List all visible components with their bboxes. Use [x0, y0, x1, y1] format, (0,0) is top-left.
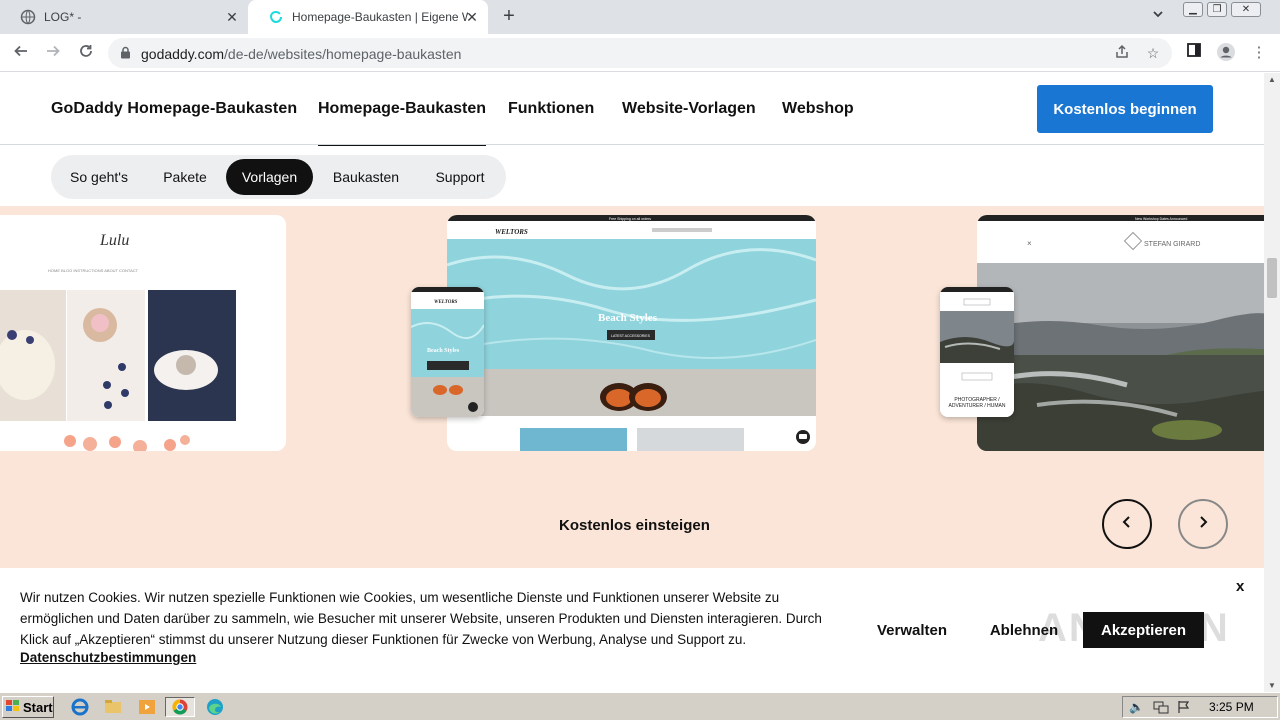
lock-icon — [120, 46, 131, 64]
mobile-preview-beach: WELTORS Beach Styles — [411, 287, 484, 417]
svg-text:×: × — [1027, 239, 1032, 248]
brand-logo[interactable]: GoDaddy Homepage-Baukasten — [51, 100, 297, 118]
subnav-baukasten[interactable]: Baukasten — [317, 159, 415, 195]
chrome-taskbar-icon[interactable] — [165, 697, 195, 717]
start-free-label[interactable]: Kostenlos einsteigen — [559, 517, 710, 534]
globe-icon — [20, 9, 36, 25]
network-icon[interactable] — [1153, 700, 1169, 719]
new-tab-icon[interactable]: + — [498, 6, 520, 28]
url-text: godaddy.com/de-de/websites/homepage-bauk… — [141, 46, 461, 62]
internet-explorer-icon[interactable] — [70, 697, 90, 717]
template-mobile-beach: WELTORS Beach Styles — [411, 287, 484, 417]
browser-tab-godaddy[interactable]: Homepage-Baukasten | Eigene Website erst… — [248, 0, 488, 34]
mobile-preview-photographer: PHOTOGRAPHER / ADVENTURER / HUMAN — [940, 287, 1014, 417]
site-header: GoDaddy Homepage-Baukasten Homepage-Bauk… — [0, 73, 1264, 147]
media-player-icon[interactable] — [137, 697, 157, 717]
template-card-lulu[interactable]: Lulu HOME BLOG INSTRUCTIONS ABOUT CONTAC… — [0, 215, 286, 451]
web-page: GoDaddy Homepage-Baukasten Homepage-Bauk… — [0, 73, 1264, 692]
nav-funktionen[interactable]: Funktionen — [508, 100, 594, 118]
scrollbar-thumb[interactable] — [1267, 258, 1277, 298]
template-card-photographer[interactable]: New Workshop Dates Announced × STEFAN GI… — [977, 215, 1264, 451]
profile-avatar-icon[interactable] — [1215, 42, 1237, 64]
close-cookie-banner-icon[interactable]: x — [1236, 578, 1244, 595]
sub-navigation: So geht's Pakete Vorlagen Baukasten Supp… — [0, 146, 1264, 206]
url-host: godaddy.com — [141, 46, 225, 62]
start-button[interactable]: Start — [2, 696, 54, 718]
template-preview-beach: Free Shipping on all orders WELTORS Beac… — [447, 215, 816, 451]
subnav-support[interactable]: Support — [420, 159, 500, 195]
flag-icon[interactable] — [1177, 700, 1191, 719]
system-tray: 🔈 3:25 PM — [1122, 696, 1278, 718]
edge-icon[interactable] — [205, 697, 225, 717]
menu-kebab-icon[interactable]: ⋮ — [1248, 42, 1270, 64]
mobile-photo-tagline: PHOTOGRAPHER / ADVENTURER / HUMAN — [948, 397, 1006, 409]
beach-cta: LATEST ACCESSORIES — [611, 334, 651, 338]
accept-cookies-button[interactable]: Akzeptieren — [1083, 612, 1204, 648]
close-window-icon[interactable]: ✕ — [1231, 2, 1261, 17]
beach-headline: Beach Styles — [598, 312, 658, 324]
tab-title: Homepage-Baukasten | Eigene Website erst… — [292, 10, 468, 24]
cookie-text: Wir nutzen Cookies. Wir nutzen spezielle… — [20, 590, 822, 647]
share-icon[interactable] — [1113, 44, 1131, 62]
mobile-beach-headline: Beach Styles — [427, 348, 460, 354]
template-mobile-photographer: PHOTOGRAPHER / ADVENTURER / HUMAN — [940, 287, 1014, 417]
reload-icon[interactable] — [75, 42, 97, 64]
subnav-pillbar: So geht's Pakete Vorlagen Baukasten Supp… — [51, 155, 506, 199]
address-bar[interactable]: godaddy.com/de-de/websites/homepage-bauk… — [108, 38, 1172, 68]
nav-website-vorlagen[interactable]: Website-Vorlagen — [622, 100, 756, 118]
beach-logo: WELTORS — [495, 228, 528, 236]
photo-name: STEFAN GIRARD — [1144, 241, 1200, 248]
browser-toolbar: godaddy.com/de-de/websites/homepage-bauk… — [0, 34, 1280, 72]
template-carousel: Lulu HOME BLOG INSTRUCTIONS ABOUT CONTAC… — [0, 206, 1264, 568]
godaddy-favicon-icon — [268, 9, 284, 25]
cookie-banner: Wir nutzen Cookies. Wir nutzen spezielle… — [0, 568, 1264, 692]
chevron-right-icon — [1196, 515, 1210, 534]
file-explorer-icon[interactable] — [103, 697, 123, 717]
start-free-button[interactable]: Kostenlos beginnen — [1037, 85, 1213, 133]
template-preview-photographer: New Workshop Dates Announced × STEFAN GI… — [977, 215, 1264, 451]
page-scrollbar[interactable]: ▲ ▼ — [1264, 73, 1280, 692]
mobile-beach-logo: WELTORS — [434, 300, 458, 305]
window-controls: ▁ ❐ ✕ — [1183, 2, 1261, 18]
chevron-left-icon — [1120, 515, 1134, 534]
volume-icon[interactable]: 🔈 — [1129, 700, 1144, 714]
bookmark-star-icon[interactable]: ☆ — [1144, 44, 1162, 62]
browser-tabstrip: LOG* - ✕ Homepage-Baukasten | Eigene Web… — [0, 0, 1280, 34]
minimize-icon[interactable]: ▁ — [1183, 2, 1203, 17]
close-tab-icon[interactable]: ✕ — [464, 9, 480, 25]
scroll-up-icon[interactable]: ▲ — [1268, 75, 1276, 84]
beach-announcement: Free Shipping on all orders — [609, 217, 651, 221]
scroll-down-icon[interactable]: ▼ — [1268, 681, 1276, 690]
restore-icon[interactable]: ❐ — [1207, 2, 1227, 17]
photo-announcement: New Workshop Dates Announced — [1135, 217, 1187, 221]
url-path: /de-de/websites/homepage-baukasten — [224, 46, 462, 62]
close-tab-icon[interactable]: ✕ — [224, 9, 240, 25]
subnav-vorlagen[interactable]: Vorlagen — [226, 159, 313, 195]
lulu-logo: Lulu — [99, 232, 129, 249]
decline-cookies-button[interactable]: Ablehnen — [978, 612, 1070, 648]
privacy-policy-link[interactable]: Datenschutzbestimmungen — [20, 650, 196, 665]
forward-icon[interactable] — [42, 42, 64, 64]
template-card-beach[interactable]: Free Shipping on all orders WELTORS Beac… — [447, 215, 816, 451]
nav-homepage-baukasten[interactable]: Homepage-Baukasten — [318, 100, 487, 147]
side-panel-icon[interactable] — [1183, 42, 1205, 64]
manage-cookies-button[interactable]: Verwalten — [866, 612, 958, 648]
tab-search-icon[interactable] — [1152, 8, 1164, 23]
subnav-pakete[interactable]: Pakete — [147, 159, 223, 195]
windows-taskbar: Start 🔈 3:25 PM — [0, 692, 1280, 720]
lulu-menu: HOME BLOG INSTRUCTIONS ABOUT CONTACT — [48, 268, 139, 273]
browser-tab-log[interactable]: LOG* - ✕ — [0, 0, 248, 34]
start-label: Start — [23, 699, 53, 715]
tab-title: LOG* - — [44, 10, 82, 24]
windows-logo-icon — [6, 699, 20, 715]
carousel-prev-button[interactable] — [1102, 499, 1152, 549]
nav-webshop[interactable]: Webshop — [782, 100, 854, 118]
subnav-so-gehts[interactable]: So geht's — [55, 159, 143, 195]
back-icon[interactable] — [10, 42, 32, 64]
template-preview-lulu: Lulu HOME BLOG INSTRUCTIONS ABOUT CONTAC… — [0, 215, 286, 451]
carousel-next-button[interactable] — [1178, 499, 1228, 549]
clock: 3:25 PM — [1209, 700, 1254, 714]
